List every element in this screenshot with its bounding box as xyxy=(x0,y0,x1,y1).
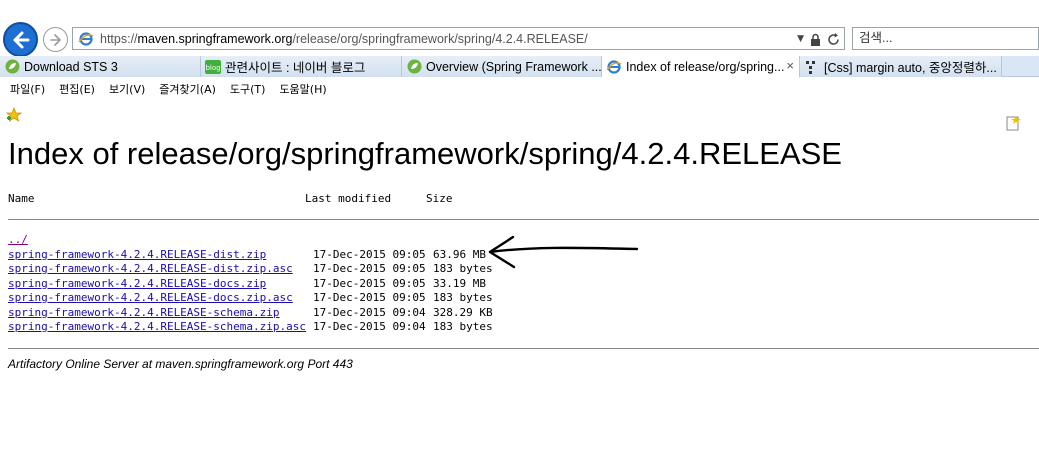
file-link[interactable]: spring-framework-4.2.4.RELEASE-docs.zip xyxy=(8,277,266,290)
menu-edit[interactable]: 편집(E) xyxy=(59,81,95,97)
tab-bar: Download STS 3 blog 관련사이트 : 네이버 블로그 Over… xyxy=(0,56,1039,130)
svg-text:blog: blog xyxy=(205,64,220,72)
tab-index-of-release[interactable]: Index of release/org/spring... × xyxy=(602,56,800,78)
menu-favorites[interactable]: 즐겨찾기(A) xyxy=(159,81,216,97)
file-row: spring-framework-4.2.4.RELEASE-docs.zip.… xyxy=(0,291,600,305)
file-row: spring-framework-4.2.4.RELEASE-docs.zip … xyxy=(0,277,600,291)
forward-arrow-icon xyxy=(49,33,61,46)
file-modified: 17-Dec-2015 09:05 xyxy=(313,248,426,261)
back-arrow-icon xyxy=(13,31,29,48)
menu-bar: 파일(F) 편집(E) 보기(V) 즐겨찾기(A) 도구(T) 도움말(H) xyxy=(0,78,1039,99)
file-size: 183 bytes xyxy=(433,262,493,275)
naver-blog-icon: blog xyxy=(205,59,221,75)
address-bar[interactable]: https://maven.springframework.org/releas… xyxy=(72,27,845,50)
file-size: 183 bytes xyxy=(433,291,493,304)
url-text: https://maven.springframework.org/releas… xyxy=(100,32,588,46)
address-bar-tools: ▼ xyxy=(797,30,840,48)
page-title: Index of release/org/springframework/spr… xyxy=(8,136,842,171)
file-size: 33.19 MB xyxy=(433,277,486,290)
forward-button[interactable] xyxy=(43,27,68,52)
file-row: spring-framework-4.2.4.RELEASE-schema.zi… xyxy=(0,306,600,320)
file-modified: 17-Dec-2015 09:05 xyxy=(313,277,426,290)
file-modified: 17-Dec-2015 09:04 xyxy=(313,320,426,333)
menu-file[interactable]: 파일(F) xyxy=(10,81,45,97)
divider xyxy=(8,219,1039,220)
file-link[interactable]: spring-framework-4.2.4.RELEASE-schema.zi… xyxy=(8,320,306,333)
tab-label: Overview (Spring Framework ... xyxy=(426,59,602,74)
column-header-last-modified[interactable]: Last modified xyxy=(305,192,391,205)
file-link[interactable]: spring-framework-4.2.4.RELEASE-dist.zip xyxy=(8,248,266,261)
address-bar-row: https://maven.springframework.org/releas… xyxy=(0,0,1039,57)
favorites-bar xyxy=(0,102,1039,126)
tab-label: Index of release/org/spring... xyxy=(626,59,785,74)
url-scheme: https:// xyxy=(100,31,138,46)
ie-page-icon xyxy=(76,29,96,49)
tab-spring-overview[interactable]: Overview (Spring Framework ... xyxy=(402,56,602,77)
back-button[interactable] xyxy=(3,22,38,57)
tab-label: 관련사이트 : 네이버 블로그 xyxy=(225,61,366,75)
spring-leaf-icon xyxy=(4,59,20,75)
file-link[interactable]: spring-framework-4.2.4.RELEASE-schema.zi… xyxy=(8,306,280,319)
file-size: 183 bytes xyxy=(433,320,493,333)
url-path: /release/org/springframework/spring/4.2.… xyxy=(292,31,588,46)
spring-leaf-icon xyxy=(406,59,422,75)
close-icon[interactable]: × xyxy=(786,58,794,73)
file-link[interactable]: spring-framework-4.2.4.RELEASE-docs.zip.… xyxy=(8,291,293,304)
menu-help[interactable]: 도움말(H) xyxy=(279,81,326,97)
lock-icon[interactable] xyxy=(810,33,821,46)
server-footer: Artifactory Online Server at maven.sprin… xyxy=(8,357,353,371)
file-link[interactable]: spring-framework-4.2.4.RELEASE-dist.zip.… xyxy=(8,262,293,275)
url-domain: maven.springframework.org xyxy=(137,31,293,46)
file-modified: 17-Dec-2015 09:04 xyxy=(313,306,426,319)
add-favorite-star-icon[interactable] xyxy=(6,107,22,123)
tab-css-margin[interactable]: [Css] margin auto, 중앙정렬하... xyxy=(800,56,1002,77)
column-header-name[interactable]: Name xyxy=(8,192,35,205)
menu-view[interactable]: 보기(V) xyxy=(109,81,145,97)
dropdown-icon[interactable]: ▼ xyxy=(797,34,804,44)
tab-label: [Css] margin auto, 중앙정렬하... xyxy=(824,61,997,75)
column-header-size[interactable]: Size xyxy=(426,192,453,205)
parent-directory-link[interactable]: ../ xyxy=(8,233,28,246)
file-modified: 17-Dec-2015 09:05 xyxy=(313,291,426,304)
divider xyxy=(8,348,1039,349)
menu-tools[interactable]: 도구(T) xyxy=(230,81,266,97)
tab-download-sts[interactable]: Download STS 3 xyxy=(0,56,201,77)
file-size: 63.96 MB xyxy=(433,248,486,261)
tab-naver-blog[interactable]: blog 관련사이트 : 네이버 블로그 xyxy=(201,56,402,77)
file-modified: 17-Dec-2015 09:05 xyxy=(313,262,426,275)
ie-page-icon xyxy=(606,59,622,75)
dots-icon xyxy=(804,59,820,75)
hand-drawn-arrow-annotation xyxy=(488,235,639,269)
search-input[interactable]: 검색... xyxy=(852,27,1039,50)
file-row: spring-framework-4.2.4.RELEASE-schema.zi… xyxy=(0,320,600,334)
file-size: 328.29 KB xyxy=(433,306,493,319)
tab-label: Download STS 3 xyxy=(24,59,118,74)
refresh-icon[interactable] xyxy=(827,32,840,46)
